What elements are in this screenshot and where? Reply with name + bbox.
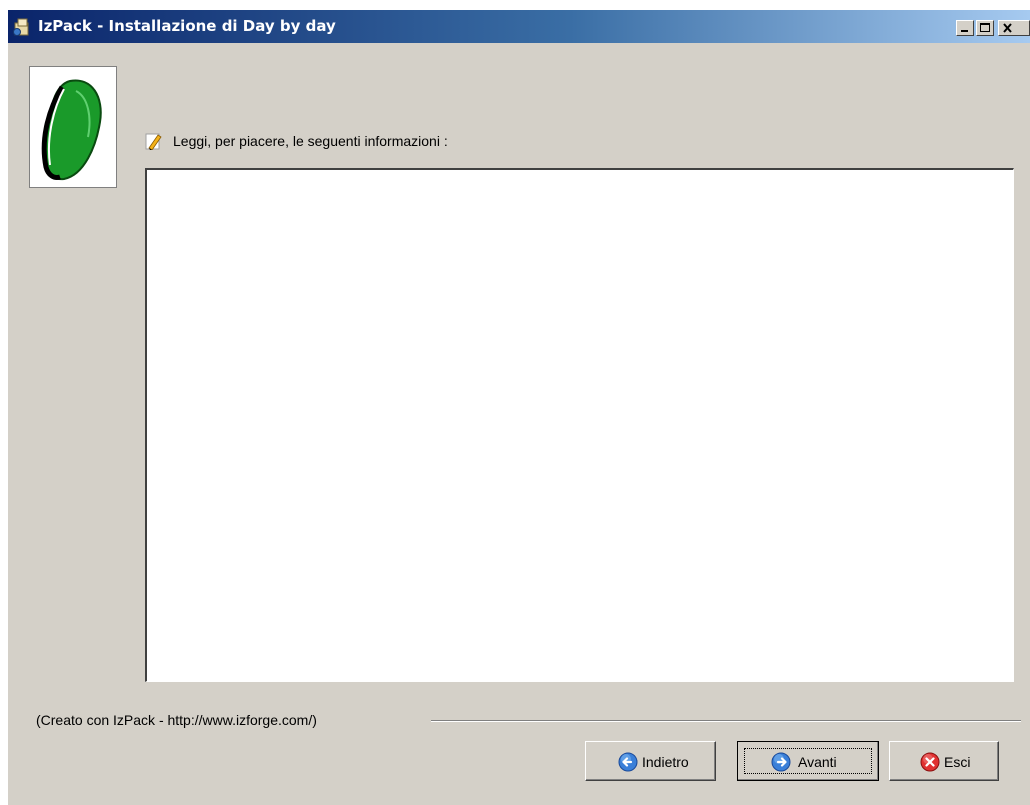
izpack-credit: (Creato con IzPack - http://www.izforge.…	[36, 712, 317, 728]
info-label: Leggi, per piacere, le seguenti informaz…	[173, 133, 448, 149]
close-circle-icon	[920, 752, 940, 772]
close-button[interactable]	[998, 20, 1030, 36]
app-icon	[13, 18, 29, 36]
back-button-label: Indietro	[642, 754, 689, 770]
logo-panel	[29, 66, 117, 188]
day-by-day-logo	[41, 79, 102, 181]
footer-divider	[431, 720, 1021, 722]
installer-window: IzPack - Installazione di Day by day Leg…	[8, 10, 1030, 805]
quit-button[interactable]: Esci	[889, 741, 999, 781]
close-icon	[1003, 23, 1012, 33]
back-button[interactable]: Indietro	[585, 741, 716, 781]
window-title: IzPack - Installazione di Day by day	[38, 17, 336, 35]
arrow-left-icon	[618, 752, 638, 772]
info-text-area[interactable]	[145, 168, 1014, 682]
minimize-button[interactable]	[956, 20, 974, 36]
next-button[interactable]: Avanti	[737, 741, 879, 781]
title-bar[interactable]: IzPack - Installazione di Day by day	[8, 10, 1030, 43]
arrow-right-icon	[771, 752, 791, 772]
next-button-label: Avanti	[798, 754, 837, 770]
maximize-button[interactable]	[976, 20, 994, 36]
quit-button-label: Esci	[944, 754, 971, 770]
pencil-icon	[145, 133, 162, 150]
minimize-icon	[961, 30, 968, 32]
maximize-icon	[980, 23, 990, 32]
